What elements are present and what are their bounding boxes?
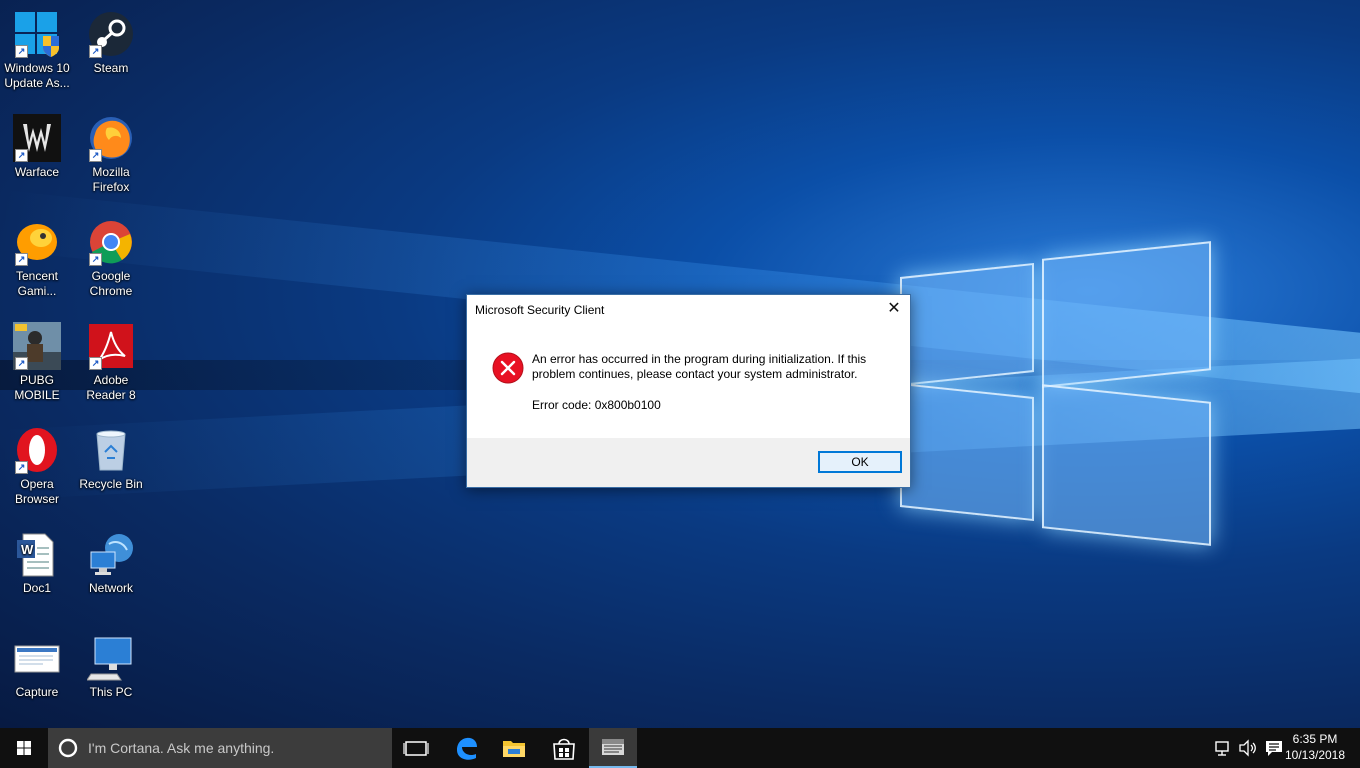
shortcut-arrow-icon: ↗ — [15, 149, 28, 162]
ok-button[interactable]: OK — [818, 451, 902, 473]
system-tray — [1210, 728, 1290, 768]
opera-icon: ↗ — [13, 426, 61, 474]
taskbar: I'm Cortana. Ask me anything. 6:35 PM 10… — [0, 728, 1360, 768]
error-dialog: Microsoft Security Client ✕ An error has… — [466, 294, 911, 488]
desktop-icon-label: Network — [88, 581, 133, 595]
desktop-icon-label: Warface — [14, 165, 60, 179]
network-icon[interactable] — [1214, 739, 1234, 757]
svg-text:W: W — [21, 542, 34, 557]
desktop-icon-label: Tencent Gami... — [15, 269, 59, 298]
desktop-icon[interactable]: W Doc1 — [0, 530, 74, 596]
desktop-icon[interactable]: ↗ Steam — [74, 10, 148, 76]
desktop-icon[interactable]: Recycle Bin — [74, 426, 148, 492]
adobe-reader-icon: ↗ — [87, 322, 135, 370]
logo-pane — [900, 262, 1034, 387]
taskbar-clock[interactable]: 6:35 PM 10/13/2018 — [1280, 731, 1350, 763]
desktop-icon-label: Recycle Bin — [79, 477, 143, 491]
error-code: Error code: 0x800b0100 — [532, 398, 661, 412]
recycle-bin-icon — [87, 426, 135, 474]
edge-button[interactable] — [442, 728, 490, 768]
cortana-icon — [58, 738, 78, 758]
desktop-icon[interactable]: Capture — [0, 634, 74, 700]
logo-pane — [900, 382, 1034, 522]
word-document-icon: W — [13, 530, 61, 578]
desktop-icon[interactable]: ↗ Mozilla Firefox — [74, 114, 148, 195]
this-pc-icon — [86, 634, 135, 682]
cortana-search-box[interactable]: I'm Cortana. Ask me anything. — [48, 728, 392, 768]
desktop-icon[interactable]: This PC — [74, 634, 148, 700]
dialog-footer: OK — [467, 438, 910, 487]
error-icon — [492, 352, 524, 384]
shortcut-arrow-icon: ↗ — [89, 357, 102, 370]
desktop-icon[interactable]: ↗ Adobe Reader 8 — [74, 322, 148, 403]
security-client-button[interactable] — [589, 728, 637, 768]
clock-date: 10/13/2018 — [1284, 748, 1346, 762]
start-button[interactable] — [0, 728, 48, 768]
desktop-icon[interactable]: ↗ Google Chrome — [74, 218, 148, 299]
shortcut-arrow-icon: ↗ — [15, 45, 28, 58]
desktop-icon-label: Adobe Reader 8 — [86, 373, 136, 402]
desktop-icon-label: Steam — [93, 61, 129, 75]
volume-icon[interactable] — [1238, 739, 1258, 757]
file-explorer-icon — [503, 741, 525, 757]
desktop-icon[interactable]: ↗ Tencent Gami... — [0, 218, 74, 299]
task-view-icon — [403, 741, 429, 756]
shortcut-arrow-icon: ↗ — [15, 253, 28, 266]
security-client-icon — [602, 739, 624, 755]
pubg-icon: ↗ — [13, 322, 61, 370]
shortcut-arrow-icon: ↗ — [15, 461, 28, 474]
shortcut-arrow-icon: ↗ — [89, 149, 102, 162]
desktop-icon[interactable]: ↗ Opera Browser — [0, 426, 74, 507]
shortcut-arrow-icon: ↗ — [15, 357, 28, 370]
firefox-icon: ↗ — [87, 114, 135, 162]
desktop-icon-label: Opera Browser — [14, 477, 59, 506]
image-file-icon — [13, 634, 61, 682]
logo-pane — [1042, 384, 1211, 546]
steam-icon: ↗ — [87, 10, 135, 58]
desktop-icon[interactable]: ↗ Windows 10 Update As... — [0, 10, 74, 91]
shortcut-arrow-icon: ↗ — [89, 253, 102, 266]
store-icon — [553, 738, 575, 760]
warface-icon: ↗ — [13, 114, 61, 162]
edge-icon — [457, 737, 477, 760]
desktop-icon-label: Mozilla Firefox — [92, 165, 130, 194]
windows-start-icon — [17, 741, 31, 755]
chrome-icon: ↗ — [87, 218, 135, 266]
desktop-icon-label: Capture — [15, 685, 59, 699]
search-placeholder: I'm Cortana. Ask me anything. — [88, 740, 275, 756]
desktop-icon[interactable]: Network — [74, 530, 148, 596]
error-message: An error has occurred in the program dur… — [532, 352, 867, 381]
dialog-title: Microsoft Security Client — [475, 303, 605, 317]
desktop-icon[interactable]: ↗ PUBG MOBILE — [0, 322, 74, 403]
store-button[interactable] — [540, 728, 588, 768]
shortcut-arrow-icon: ↗ — [89, 45, 102, 58]
desktop-icon-label: Doc1 — [22, 581, 51, 595]
desktop-icon-label: This PC — [89, 685, 133, 699]
clock-time: 6:35 PM — [1292, 732, 1338, 746]
tencent-gaming-icon: ↗ — [13, 218, 61, 266]
task-view-button[interactable] — [392, 728, 440, 768]
desktop-icon-label: PUBG MOBILE — [14, 373, 60, 402]
desktop: ↗ Windows 10 Update As... ↗ Steam ↗ Warface ↗ M… — [0, 0, 1360, 728]
desktop-icon[interactable]: ↗ Warface — [0, 114, 74, 180]
desktop-icon-label: Windows 10 Update As... — [4, 61, 70, 90]
windows-logo-wallpaper — [890, 225, 1220, 555]
logo-pane — [1042, 241, 1211, 388]
network-icon — [87, 530, 135, 578]
close-icon[interactable]: ✕ — [886, 301, 902, 317]
file-explorer-button[interactable] — [490, 728, 538, 768]
windows-update-icon: ↗ — [13, 10, 61, 58]
desktop-icon-label: Google Chrome — [89, 269, 133, 298]
